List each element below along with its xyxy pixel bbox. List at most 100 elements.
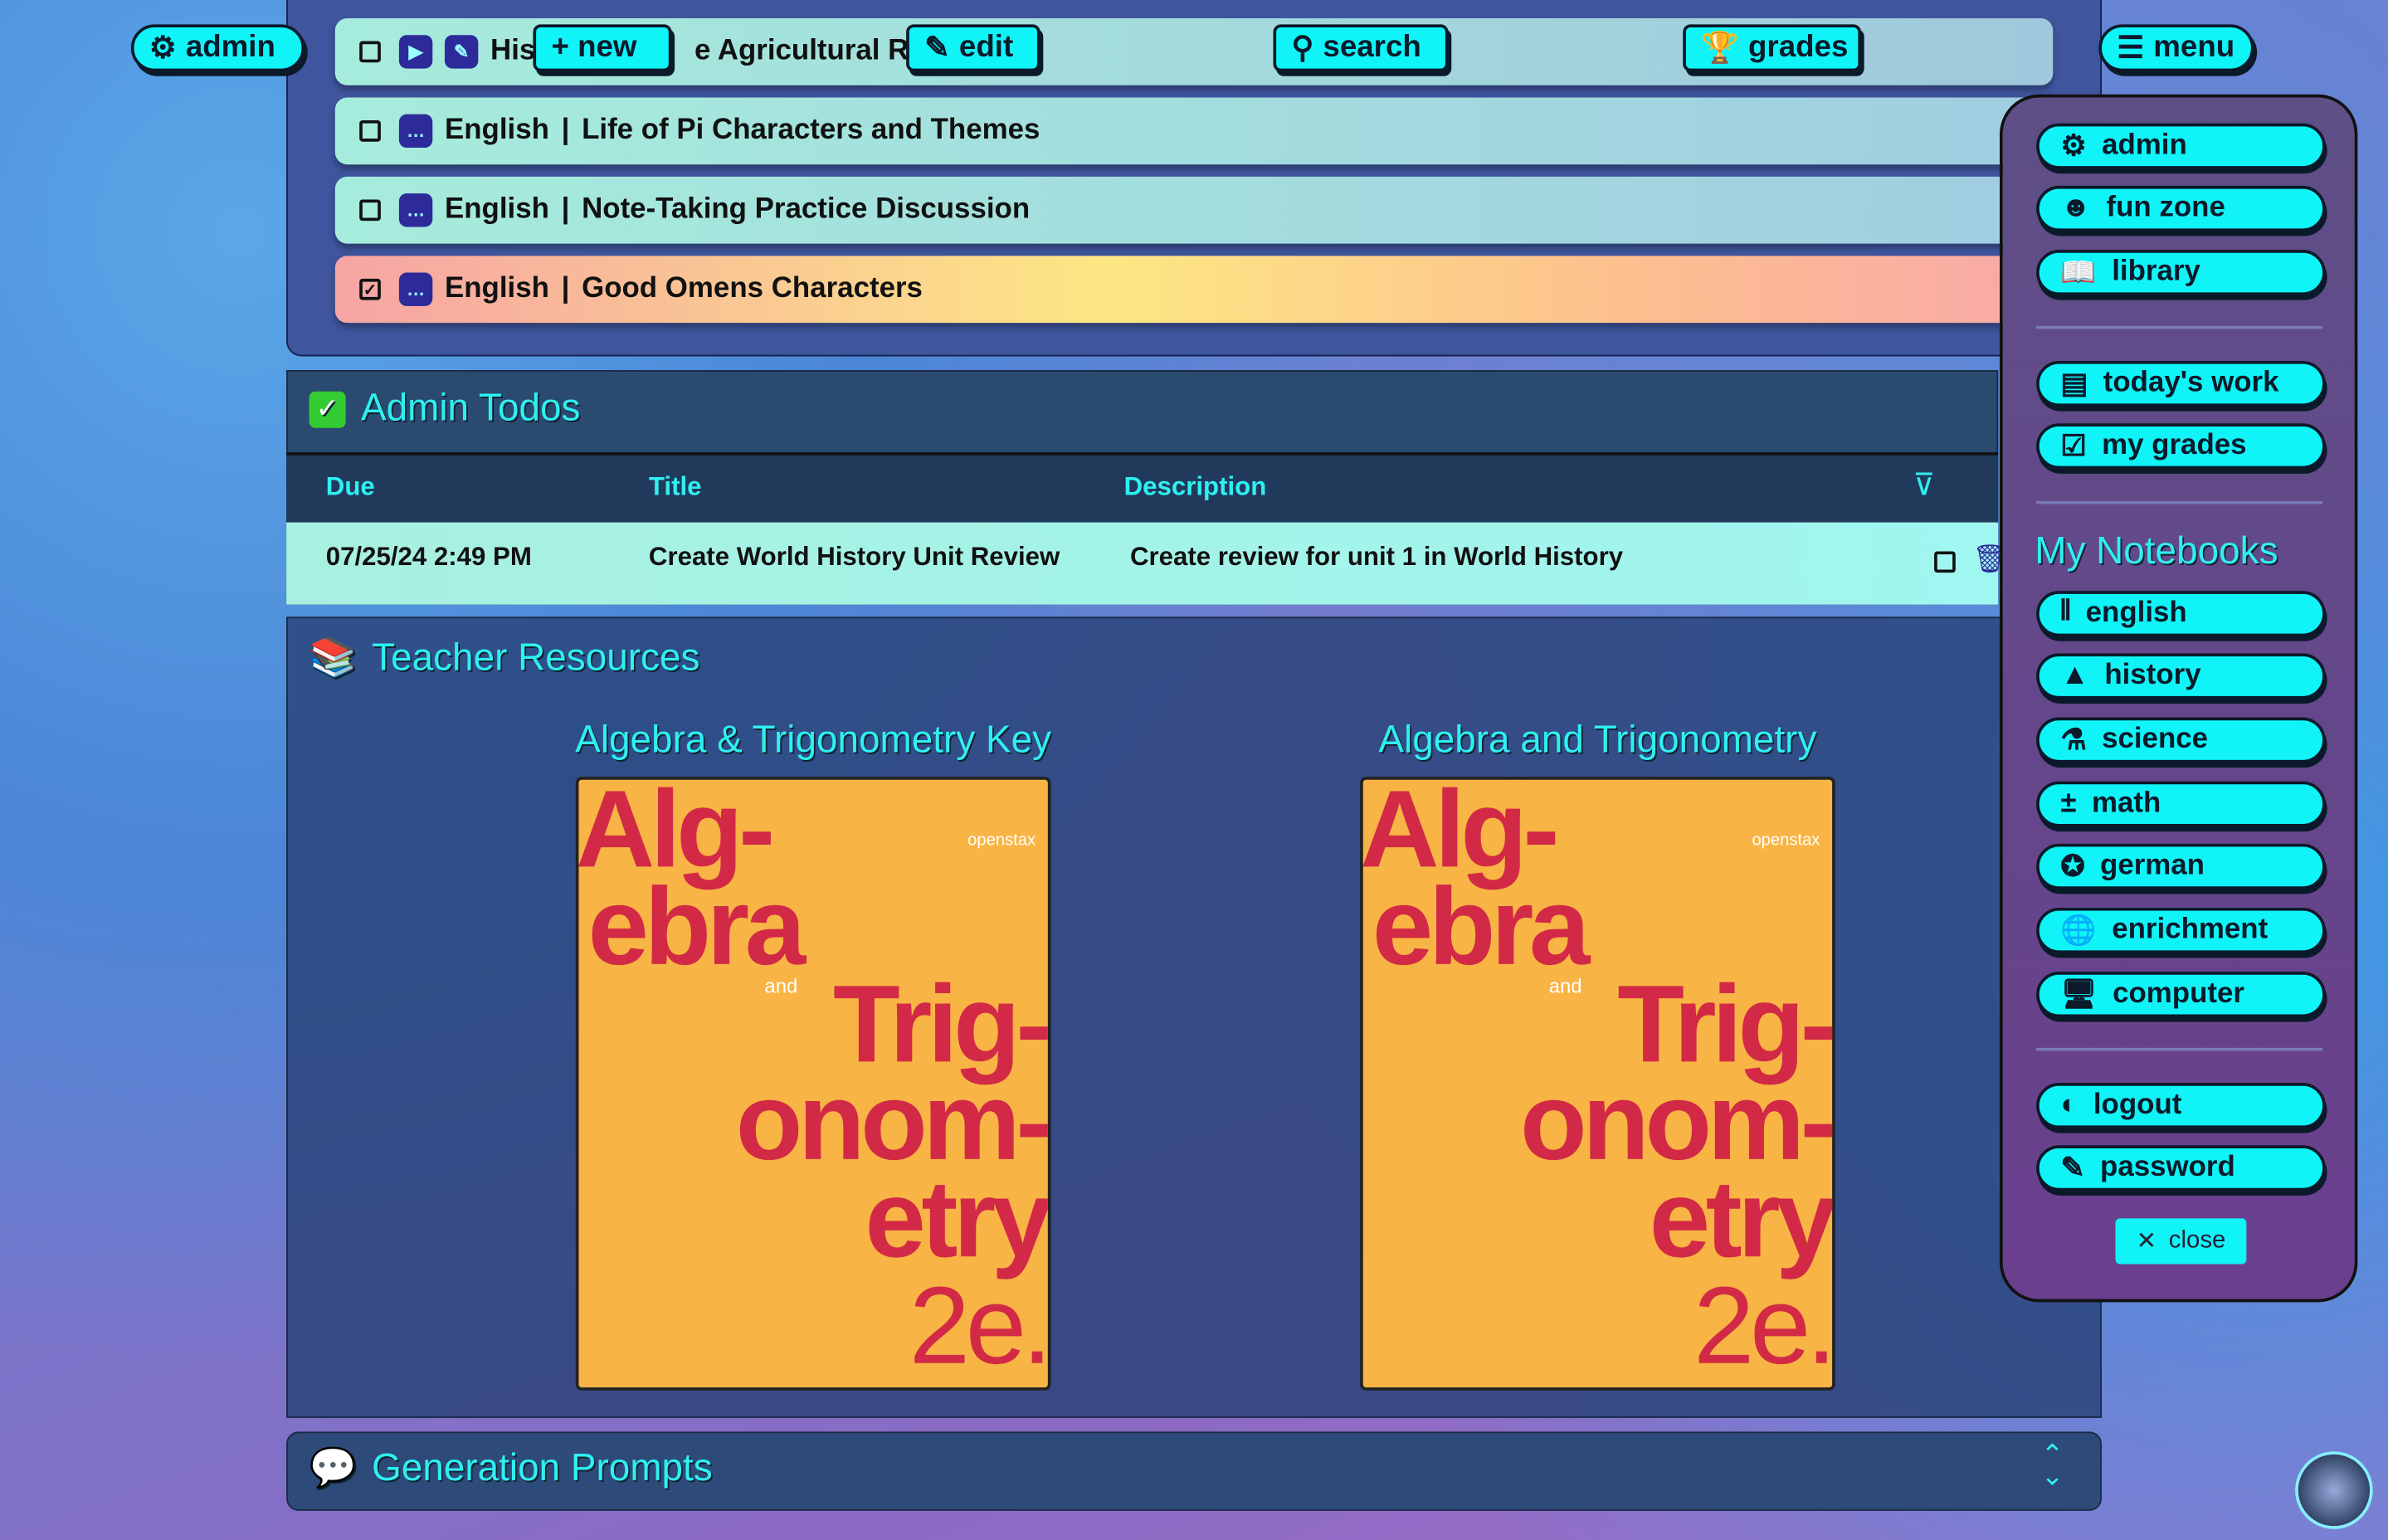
label: fun zone — [2106, 192, 2225, 224]
admin-todos-title: ✓ Admin Todos — [309, 387, 581, 431]
label: my grades — [2102, 429, 2247, 462]
pencil-icon: ✎ — [444, 35, 479, 69]
assignment-title: Note-Taking Practice Discussion — [582, 193, 1031, 226]
checkbox-icon: ☑ — [2060, 430, 2087, 463]
label: science — [2102, 723, 2209, 756]
notebook-computer[interactable]: 🖥 computer — [2036, 972, 2326, 1018]
expand-collapse-icon[interactable]: ⌃ ⌄ — [2041, 1440, 2064, 1489]
edit-button[interactable]: ✎ edit — [906, 24, 1040, 72]
label: today's work — [2103, 367, 2279, 399]
books-icon: 📚 — [309, 636, 357, 680]
todo-title: Create World History Unit Review — [648, 542, 1060, 572]
label: edit — [958, 30, 1014, 65]
smile-icon: ☻ — [2060, 192, 2092, 224]
notebook-math[interactable]: ± math — [2036, 781, 2326, 827]
assignment-row[interactable]: … English | Life of Pi Characters and Th… — [334, 97, 2054, 165]
assignment-row[interactable]: ✓ … English | Good Omens Characters — [334, 256, 2054, 324]
assignment-subject: English — [444, 272, 549, 305]
label: password — [2100, 1151, 2235, 1184]
label: search — [1323, 30, 1421, 65]
todo-checkbox[interactable] — [1934, 551, 1956, 573]
logout-icon: ◐ — [2060, 1089, 2079, 1121]
search-icon: ⚲ — [1291, 32, 1314, 66]
label: Teacher Resources — [372, 636, 700, 680]
trophy-icon: 🏆 — [1701, 32, 1739, 66]
label: german — [2100, 850, 2205, 882]
todo-description: Create review for unit 1 in World Histor… — [1129, 542, 1624, 572]
cover-text: 2e. — [1693, 1265, 1833, 1388]
label: Generation Prompts — [372, 1446, 713, 1490]
eagle-icon: ✪ — [2060, 850, 2085, 883]
book-cover[interactable]: openstax Alg- ebra and Trig- onom- etry … — [1360, 777, 1835, 1391]
label: grades — [1747, 30, 1849, 65]
column-description[interactable]: Description — [1124, 472, 1267, 503]
label: computer — [2113, 977, 2244, 1010]
menu-button[interactable]: ☰ menu — [2098, 24, 2254, 72]
assignment-subject: English — [444, 193, 549, 226]
menu-item-logout[interactable]: ◐ logout — [2036, 1083, 2326, 1129]
teacher-resources-title: 📚 Teacher Resources — [309, 636, 700, 680]
cover-text: and — [1548, 974, 1582, 998]
separator: | — [561, 272, 570, 305]
checkbox[interactable] — [359, 41, 381, 63]
label: admin — [2102, 129, 2187, 162]
chat-icon: … — [398, 272, 433, 306]
new-button[interactable]: + new — [533, 24, 672, 72]
book-title[interactable]: Algebra and Trigonometry — [1293, 719, 1902, 763]
openstax-logo: openstax — [1752, 831, 1820, 850]
globe-icon: 🌐 — [2060, 915, 2097, 948]
checkbox-checked[interactable]: ✓ — [359, 278, 381, 300]
notebook-science[interactable]: ⚗ science — [2036, 717, 2326, 763]
assignment-subject: English — [444, 114, 549, 147]
notebook-german[interactable]: ✪ german — [2036, 843, 2326, 889]
chat-icon: … — [398, 114, 433, 149]
checkbox[interactable] — [359, 120, 381, 142]
filter-clear-icon[interactable]: ⊽ — [1913, 466, 1935, 504]
check-icon: ✓ — [309, 390, 346, 427]
label: library — [2112, 256, 2200, 288]
grades-button[interactable]: 🏆 grades — [1683, 24, 1861, 72]
search-button[interactable]: ⚲ search — [1273, 24, 1449, 72]
book-title[interactable]: Algebra & Trigonometry Key — [509, 719, 1118, 763]
video-icon: ▶ — [398, 35, 433, 69]
cover-text: and — [764, 974, 798, 998]
label: Admin Todos — [361, 387, 581, 430]
notebook-english[interactable]: 𝍪 english — [2036, 591, 2326, 637]
label: + new — [551, 30, 637, 65]
pencil-icon: ✎ — [2060, 1152, 2085, 1185]
label: logout — [2093, 1089, 2182, 1121]
gear-icon: ⚙ — [149, 32, 177, 66]
label: english — [2085, 597, 2187, 630]
flask-icon: ⚗ — [2060, 724, 2087, 757]
assignment-title: Life of Pi Characters and Themes — [582, 114, 1040, 147]
label: admin — [185, 30, 275, 65]
cover-text: 2e. — [909, 1265, 1048, 1388]
menu-item-password[interactable]: ✎ password — [2036, 1145, 2326, 1192]
books-icon: 𝍪 — [2060, 595, 2071, 628]
menu-item-my-grades[interactable]: ☑ my grades — [2036, 423, 2326, 470]
book-cover[interactable]: openstax Alg- ebra and Trig- onom- etry … — [575, 777, 1051, 1391]
menu-item-admin[interactable]: ⚙ admin — [2036, 123, 2326, 169]
speech-bubble-icon: 💬 — [309, 1446, 357, 1490]
monitor-icon: 🖥 — [2060, 979, 2098, 1011]
admin-button[interactable]: ⚙ admin — [130, 24, 305, 72]
label: menu — [2153, 30, 2235, 65]
close-button[interactable]: ✕ close — [2115, 1218, 2247, 1265]
calculator-icon: ± — [2060, 787, 2077, 820]
avatar[interactable] — [2295, 1451, 2373, 1529]
menu-icon: ☰ — [2117, 32, 2145, 66]
pyramid-icon: ▲ — [2060, 659, 2089, 692]
column-title[interactable]: Title — [649, 472, 702, 503]
menu-item-library[interactable]: 📖 library — [2036, 250, 2326, 296]
notebook-history[interactable]: ▲ history — [2036, 653, 2326, 699]
my-notebooks-title: My Notebooks — [2035, 529, 2278, 573]
notebook-enrichment[interactable]: 🌐 enrichment — [2036, 907, 2326, 954]
column-due[interactable]: Due — [326, 472, 375, 503]
checkbox[interactable] — [359, 199, 381, 222]
gear-icon: ⚙ — [2060, 129, 2087, 163]
label: history — [2104, 659, 2201, 692]
menu-item-fun-zone[interactable]: ☻ fun zone — [2036, 185, 2326, 231]
assignment-row[interactable]: … English | Note-Taking Practice Discuss… — [334, 176, 2054, 244]
menu-item-todays-work[interactable]: ▤ today's work — [2036, 361, 2326, 407]
close-icon: ✕ — [2136, 1229, 2157, 1255]
